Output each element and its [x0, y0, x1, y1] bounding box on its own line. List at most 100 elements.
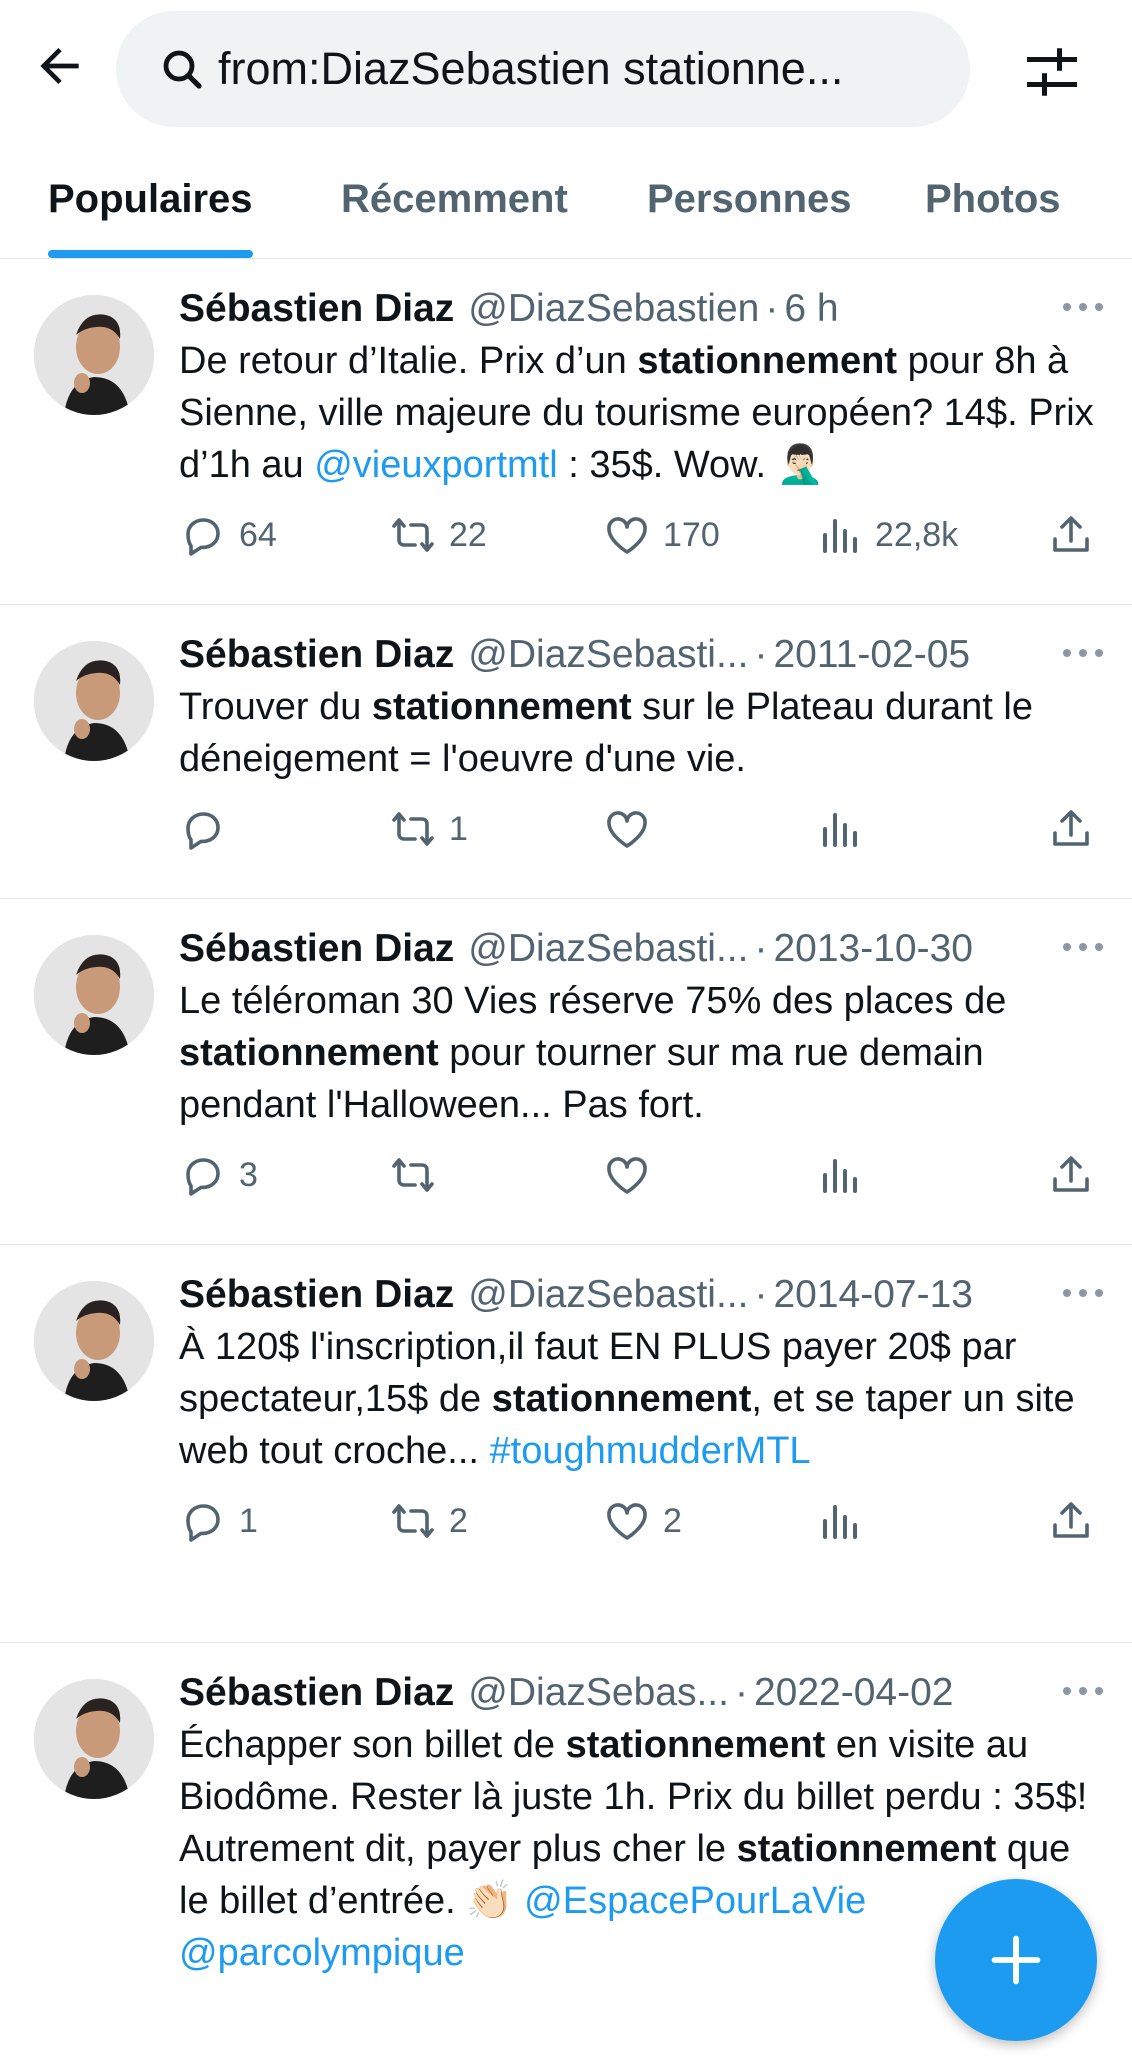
- repost-icon: [392, 812, 434, 846]
- repost-count: 2: [449, 1501, 468, 1540]
- tweet-text: Le téléroman 30 Vies réserve 75% des pla…: [179, 975, 1099, 1131]
- avatar-image: [34, 1281, 154, 1401]
- tweet-timestamp[interactable]: 2022-04-02: [754, 1671, 954, 1715]
- tweet[interactable]: Sébastien Diaz @DiazSebasti... · 2011-02…: [0, 605, 1132, 899]
- more-options-button[interactable]: [1053, 1671, 1113, 1711]
- highlighted-keyword: stationnement: [565, 1724, 826, 1766]
- reply-button[interactable]: [179, 799, 239, 859]
- tweet-timestamp[interactable]: 6 h: [784, 287, 838, 331]
- tweet-link[interactable]: @parcolympique: [179, 1932, 465, 1974]
- avatar-image: [34, 295, 154, 415]
- tweet-timestamp[interactable]: 2014-07-13: [773, 1273, 973, 1317]
- plus-icon: [991, 1935, 1041, 1985]
- reply-icon: [186, 1504, 220, 1542]
- repost-count: 1: [449, 809, 468, 848]
- tweet-header: Sébastien Diaz @DiazSebas... · 2022-04-0…: [179, 1667, 1099, 1719]
- tab-label: Personnes: [647, 176, 852, 221]
- share-button[interactable]: [1047, 1491, 1095, 1551]
- views-chart-icon: [823, 1505, 857, 1539]
- more-options-button[interactable]: [1053, 287, 1113, 327]
- share-icon: [1053, 516, 1089, 552]
- compose-button[interactable]: [935, 1879, 1097, 2041]
- tweet[interactable]: Sébastien Diaz @DiazSebasti... · 2013-10…: [0, 899, 1132, 1245]
- avatar[interactable]: [34, 1281, 154, 1401]
- tweet-link[interactable]: @EspacePourLaVie: [524, 1880, 866, 1922]
- like-button[interactable]: [603, 1145, 663, 1205]
- search-filter-button[interactable]: [1012, 32, 1092, 112]
- views-button[interactable]: [815, 1145, 875, 1205]
- more-options-button[interactable]: [1053, 1273, 1113, 1313]
- avatar[interactable]: [34, 641, 154, 761]
- heart-icon: [607, 811, 647, 848]
- tweet-link[interactable]: @vieuxportmtl: [314, 444, 557, 486]
- views-chart-icon: [823, 1159, 857, 1193]
- search-input[interactable]: from:DiazSebastien stationne...: [116, 11, 970, 127]
- author-handle[interactable]: @DiazSebasti...: [468, 1273, 748, 1317]
- author-name[interactable]: Sébastien Diaz: [179, 927, 454, 971]
- tweet-timestamp[interactable]: 2011-02-05: [773, 633, 970, 677]
- reply-icon: [186, 518, 220, 556]
- reply-icon: [186, 812, 220, 850]
- author-name[interactable]: Sébastien Diaz: [179, 1273, 454, 1317]
- author-handle[interactable]: @DiazSebasti...: [468, 927, 748, 971]
- views-chart-icon: [823, 519, 857, 553]
- like-button[interactable]: [603, 799, 663, 859]
- avatar[interactable]: [34, 935, 154, 1055]
- repost-button[interactable]: [389, 1145, 449, 1205]
- repost-icon: [392, 518, 434, 552]
- reply-button[interactable]: 64: [179, 505, 277, 565]
- repost-button[interactable]: 22: [389, 505, 487, 565]
- tab-recemment[interactable]: Récemment: [341, 140, 568, 258]
- tweet-link[interactable]: #toughmudderMTL: [490, 1430, 811, 1472]
- author-name[interactable]: Sébastien Diaz: [179, 287, 454, 331]
- tweet[interactable]: Sébastien Diaz @DiazSebasti... · 2014-07…: [0, 1245, 1132, 1643]
- author-name[interactable]: Sébastien Diaz: [179, 1671, 454, 1715]
- author-handle[interactable]: @DiazSebasti...: [468, 633, 748, 677]
- author-handle[interactable]: @DiazSebastien: [468, 287, 759, 331]
- like-count: 2: [663, 1501, 682, 1540]
- tweet-actions: 3: [179, 1145, 1099, 1205]
- reply-count: 64: [239, 515, 277, 554]
- reply-count: 1: [239, 1501, 258, 1540]
- more-dots-icon: [1063, 943, 1103, 951]
- tweet-text-segment: : 35$. Wow. 🤦🏻‍♂️: [557, 444, 824, 486]
- top-bar: from:DiazSebastien stationne...: [0, 0, 1132, 140]
- share-button[interactable]: [1047, 1145, 1095, 1205]
- sliders-icon: [1027, 48, 1077, 96]
- like-button[interactable]: 170: [603, 505, 720, 565]
- tweet-timestamp[interactable]: 2013-10-30: [773, 927, 973, 971]
- share-button[interactable]: [1047, 505, 1095, 565]
- tab-personnes[interactable]: Personnes: [647, 140, 852, 258]
- avatar[interactable]: [34, 1679, 154, 1799]
- tweet-header: Sébastien Diaz @DiazSebasti... · 2011-02…: [179, 629, 1099, 681]
- share-button[interactable]: [1047, 799, 1095, 859]
- repost-icon: [392, 1158, 434, 1192]
- more-options-button[interactable]: [1053, 927, 1113, 967]
- tab-photos[interactable]: Photos: [925, 140, 1061, 258]
- author-handle[interactable]: @DiazSebas...: [468, 1671, 729, 1715]
- avatar[interactable]: [34, 295, 154, 415]
- view-count: 22,8k: [875, 515, 959, 554]
- views-button[interactable]: 22,8k: [815, 505, 958, 565]
- reply-button[interactable]: 3: [179, 1145, 258, 1205]
- heart-icon: [607, 1503, 647, 1540]
- back-button[interactable]: [24, 30, 96, 102]
- views-button[interactable]: [815, 799, 875, 859]
- tweet-text: De retour d’Italie. Prix d’un stationnem…: [179, 335, 1099, 491]
- more-options-button[interactable]: [1053, 633, 1113, 673]
- like-button[interactable]: 2: [603, 1491, 682, 1551]
- separator-dot: ·: [765, 287, 779, 330]
- reply-button[interactable]: 1: [179, 1491, 258, 1551]
- separator-dot: ·: [754, 1273, 768, 1316]
- views-button[interactable]: [815, 1491, 875, 1551]
- reply-icon: [186, 1158, 220, 1196]
- repost-button[interactable]: 2: [389, 1491, 468, 1551]
- highlighted-keyword: stationnement: [371, 686, 632, 728]
- more-dots-icon: [1063, 303, 1103, 311]
- separator-dot: ·: [754, 927, 768, 970]
- tweet[interactable]: Sébastien Diaz @DiazSebastien · 6 h De r…: [0, 259, 1132, 605]
- tweet-actions: 1 2 2: [179, 1491, 1099, 1551]
- repost-button[interactable]: 1: [389, 799, 468, 859]
- tab-populaires[interactable]: Populaires: [48, 140, 253, 258]
- author-name[interactable]: Sébastien Diaz: [179, 633, 454, 677]
